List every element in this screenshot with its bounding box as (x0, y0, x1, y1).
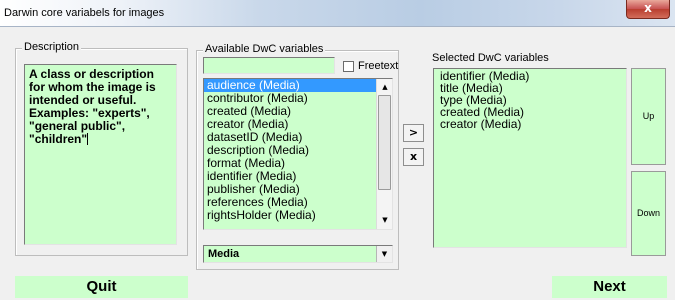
scroll-down-icon[interactable]: ▼ (378, 213, 392, 227)
chevron-down-icon[interactable]: ▼ (376, 246, 392, 262)
list-item[interactable]: rightsHolder (Media) (204, 209, 376, 222)
freetext-input[interactable] (203, 57, 335, 74)
close-button[interactable]: x (626, 0, 670, 19)
freetext-checkbox[interactable] (343, 61, 354, 72)
available-variables-list[interactable]: audience (Media) contributor (Media) creat… (203, 78, 393, 230)
freetext-checkbox-label: Freetext (358, 60, 399, 72)
description-text: A class or description for whom the imag… (29, 67, 156, 146)
selected-variables-list[interactable]: identifier (Media) title (Media) type (Med… (433, 68, 627, 248)
description-frame-label: Description (22, 41, 82, 53)
window-title: Darwin core variabels for images (4, 7, 165, 19)
up-button[interactable]: Up (631, 68, 666, 165)
close-icon: x (644, 1, 652, 15)
selected-list-label: Selected DwC variables (432, 52, 549, 64)
category-dropdown-value: Media (208, 248, 240, 260)
available-frame-label: Available DwC variables (203, 43, 326, 55)
category-dropdown[interactable]: Media ▼ (203, 245, 393, 263)
description-textbox[interactable]: A class or description for whom the imag… (24, 64, 177, 245)
add-variable-button[interactable]: > (403, 124, 424, 142)
available-list-scrollbar[interactable]: ▲ ▼ (376, 79, 392, 229)
down-button[interactable]: Down (631, 171, 666, 256)
title-bar: Darwin core variabels for images x (0, 0, 675, 27)
quit-button[interactable]: Quit (15, 276, 188, 298)
list-item[interactable]: creator (Media) (440, 118, 626, 130)
scroll-up-icon[interactable]: ▲ (378, 80, 392, 94)
scroll-thumb[interactable] (378, 95, 391, 190)
down-button-label: Down (636, 208, 660, 218)
next-button[interactable]: Next (552, 276, 667, 298)
up-button-label: Up (642, 111, 655, 121)
text-caret (87, 133, 89, 145)
remove-variable-button[interactable]: x (403, 148, 424, 166)
